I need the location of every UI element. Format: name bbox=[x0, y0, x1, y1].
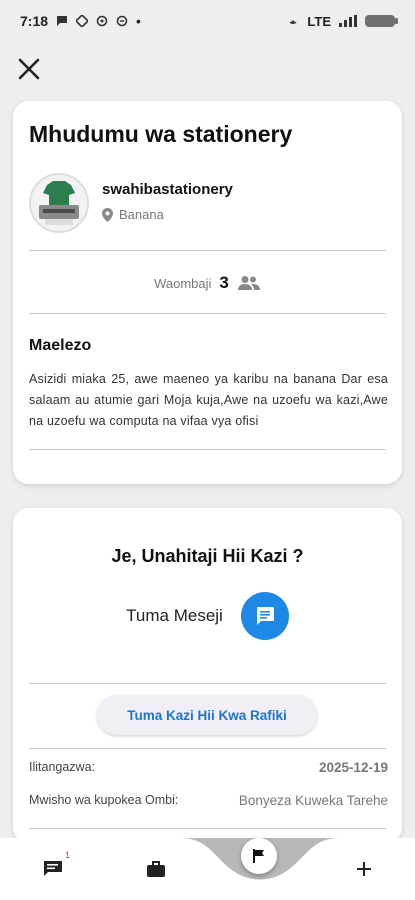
employer-avatar[interactable] bbox=[29, 173, 89, 233]
job-description: Asizidi miaka 25, awe maeneo ya karibu n… bbox=[29, 372, 388, 428]
diamond-notification-icon bbox=[76, 15, 89, 27]
people-icon bbox=[237, 276, 260, 290]
applicants-label: Waombaji bbox=[154, 275, 212, 291]
employer-logo-icon bbox=[31, 175, 87, 231]
status-time: 7:18 bbox=[20, 13, 49, 29]
deadline-row: Mwisho wa kupokea Ombi: Bonyeza Kuweka T… bbox=[29, 793, 388, 808]
send-message-row: Tuma Meseji bbox=[13, 592, 402, 640]
employer-name[interactable]: swahibastationery bbox=[102, 181, 233, 198]
apply-card: Je, Unahitaji Hii Kazi ? Tuma Meseji Tum… bbox=[13, 508, 402, 843]
job-details-card: Mhudumu wa stationery swahibastationery … bbox=[13, 101, 402, 484]
divider bbox=[29, 683, 386, 684]
battery-icon bbox=[365, 15, 398, 27]
applicants-count: 3 bbox=[219, 273, 229, 292]
divider bbox=[29, 748, 386, 749]
status-bar: 7:18 • LTE bbox=[0, 0, 415, 42]
close-icon bbox=[18, 58, 40, 80]
description-heading: Maelezo bbox=[29, 337, 92, 354]
nav-jobs[interactable] bbox=[141, 854, 171, 884]
nav-messages[interactable]: 1 bbox=[38, 850, 70, 884]
posted-date: 2025-12-19 bbox=[318, 760, 388, 775]
divider bbox=[29, 250, 386, 251]
posted-label: Ilitangazwa: bbox=[29, 760, 96, 774]
location-pin-icon bbox=[102, 207, 113, 222]
plus-icon bbox=[357, 862, 371, 876]
divider bbox=[29, 313, 386, 314]
hotspot-icon bbox=[289, 20, 297, 24]
briefcase-icon bbox=[147, 861, 165, 877]
flag-icon bbox=[253, 849, 264, 863]
divider bbox=[29, 828, 386, 829]
chat-notification-icon bbox=[57, 16, 68, 26]
divider bbox=[29, 449, 386, 450]
share-job-button[interactable]: Tuma Kazi Hii Kwa Rafiki bbox=[97, 695, 317, 735]
nav-report[interactable] bbox=[241, 838, 277, 874]
network-type: LTE bbox=[307, 13, 331, 29]
threads-notification-icon bbox=[116, 15, 128, 27]
job-title: Mhudumu wa stationery bbox=[29, 121, 293, 147]
set-deadline-link[interactable]: Bonyeza Kuweka Tarehe bbox=[239, 793, 388, 808]
top-bar bbox=[0, 42, 415, 98]
close-button[interactable] bbox=[14, 54, 44, 84]
app-notification-icon bbox=[96, 15, 108, 27]
applicants-row: Waombaji 3 bbox=[13, 273, 402, 293]
bottom-nav: 1 bbox=[0, 838, 415, 900]
nav-add[interactable] bbox=[349, 854, 379, 884]
send-message-label: Tuma Meseji bbox=[126, 606, 223, 625]
status-more-dot: • bbox=[136, 13, 141, 29]
message-icon bbox=[256, 607, 274, 625]
posted-date-row: Ilitangazwa: 2025-12-19 bbox=[29, 760, 388, 775]
messages-badge: 1 bbox=[64, 850, 70, 860]
location-label: Banana bbox=[119, 207, 164, 222]
signal-icon bbox=[339, 15, 357, 27]
apply-question: Je, Unahitaji Hii Kazi ? bbox=[111, 546, 304, 566]
send-message-button[interactable] bbox=[240, 592, 289, 640]
deadline-label: Mwisho wa kupokea Ombi: bbox=[29, 793, 179, 807]
job-location: Banana bbox=[102, 207, 164, 222]
messages-nav-icon bbox=[44, 861, 62, 876]
